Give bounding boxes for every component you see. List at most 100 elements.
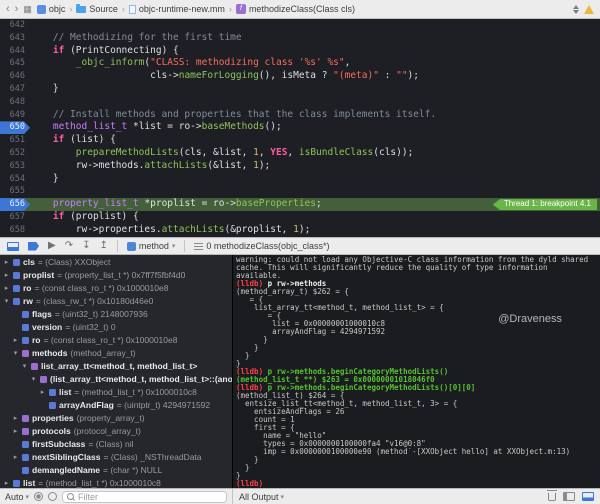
process-selector[interactable]: method ▾ [127,241,176,251]
code-line[interactable]: 650 method_list_t *list = ro->baseMethod… [0,121,600,134]
warning-icon[interactable] [584,5,594,14]
disclosure-triangle-icon[interactable]: ▾ [12,347,19,360]
code-line[interactable]: 651 if (list) { [0,134,600,147]
disclosure-triangle-icon[interactable]: ▸ [12,412,19,425]
variable-row[interactable]: ▸nextSiblingClass= (Class) _NSThreadData [0,451,232,464]
line-number[interactable]: 652 [0,147,30,160]
variable-row[interactable]: demangledName= (char *) NULL [0,464,232,477]
variable-row[interactable]: ▸cls= (Class) XXObject [0,256,232,269]
breakpoint-marker[interactable]: 656 [0,198,30,211]
code-line[interactable]: 642 [0,19,600,32]
line-number[interactable]: 649 [0,109,30,122]
variable-value: = (uintptr_t) 4294971592 [117,399,210,412]
line-number[interactable]: 645 [0,57,30,70]
line-number[interactable]: 642 [0,19,30,32]
code-line[interactable]: 657 if (proplist) { [0,211,600,224]
code-line[interactable]: 647 } [0,83,600,96]
disclosure-triangle-icon[interactable]: ▸ [3,256,10,269]
disclosure-triangle-icon[interactable]: ▸ [3,282,10,295]
line-number[interactable]: 658 [0,224,30,237]
variable-row[interactable]: ▸ro= (const class_ro_t *) 0x1000010e8 [0,334,232,347]
code-line[interactable]: 646 cls->nameForLogging(), isMeta ? "(me… [0,70,600,83]
variable-row[interactable]: ▸ro= (const class_ro_t *) 0x1000010e8 [0,282,232,295]
code-line[interactable]: 655 [0,185,600,198]
variable-row[interactable]: ▸list= (method_list_t *) 0x1000010c8 [0,477,232,488]
line-number[interactable]: 655 [0,185,30,198]
back-button[interactable]: ‹ [6,4,10,15]
variable-row[interactable]: arrayAndFlag= (uintptr_t) 4294971592 [0,399,232,412]
disclosure-triangle-icon[interactable]: ▸ [12,334,19,347]
console-panel[interactable]: warning: could not load any Objective-C … [233,255,600,488]
code-editor[interactable]: 642643 // Methodizing for the first time… [0,19,600,237]
variable-row[interactable]: version= (uint32_t) 0 [0,321,232,334]
variable-row[interactable]: ▾(list_array_tt<method_t, method_list_t>… [0,373,232,386]
variable-row[interactable]: ▸list= (method_list_t *) 0x1000010c8 [0,386,232,399]
dock-bottom-icon[interactable] [582,492,594,501]
disclosure-triangle-icon[interactable]: ▸ [3,269,10,282]
trash-icon[interactable] [548,493,556,501]
variable-row[interactable]: ▸properties(property_array_t) [0,412,232,425]
line-number[interactable]: 643 [0,32,30,45]
disclosure-triangle-icon[interactable]: ▾ [3,295,10,308]
breadcrumb-item[interactable]: fmethodizeClass(Class cls) [236,4,355,14]
variable-row[interactable]: ▾list_array_tt<method_t, method_list_t> [0,360,232,373]
variable-row[interactable]: ▸proplist= (property_list_t *) 0x7ff7f5f… [0,269,232,282]
line-number[interactable]: 657 [0,211,30,224]
breadcrumb-item[interactable]: Source [76,4,118,14]
disclosure-triangle-icon[interactable]: ▸ [39,386,46,399]
line-number[interactable]: 644 [0,45,30,58]
console-line: } [233,344,600,352]
console-line: (method_list_t **) $263 = 0x000000010180… [233,376,600,384]
disclosure-triangle-icon[interactable]: ▾ [21,360,28,373]
code-line[interactable]: 645 _objc_inform("CLASS: methodizing cla… [0,57,600,70]
code-line[interactable]: 644 if (PrintConnecting) { [0,45,600,58]
variable-row[interactable]: ▾rw= (class_rw_t *) 0x10180d46e0 [0,295,232,308]
variable-type-icon [13,259,20,266]
dock-left-icon[interactable] [563,492,575,501]
code-line[interactable]: 643 // Methodizing for the first time [0,32,600,45]
line-number[interactable]: 651 [0,134,30,147]
breakpoint-marker[interactable]: 650 [0,121,30,134]
code-line[interactable]: 656 property_list_t *proplist = ro->base… [0,198,600,211]
step-over-button[interactable]: ↷ [65,241,73,251]
disclosure-triangle-icon[interactable]: ▸ [12,451,19,464]
code-line[interactable]: 652 prepareMethodLists(cls, &list, 1, YE… [0,147,600,160]
variable-row[interactable]: ▾methods(method_array_t) [0,347,232,360]
line-number[interactable]: 647 [0,83,30,96]
line-number[interactable]: 646 [0,70,30,83]
hide-debug-area-button[interactable] [7,242,19,251]
stack-frame-selector[interactable]: 0 methodizeClass(objc_class*) [194,241,329,251]
variable-name: firstSubclass [32,438,85,451]
line-number[interactable]: 653 [0,160,30,173]
variables-panel[interactable]: ▸cls= (Class) XXObject▸proplist= (proper… [0,255,233,488]
variable-row[interactable]: flags= (uint32_t) 2148007936 [0,308,232,321]
show-values-icon[interactable] [34,492,43,501]
related-items-icon[interactable]: ▦ [23,4,32,15]
variable-type-icon [22,324,29,331]
code-line[interactable]: 653 rw->methods.attachLists(&list, 1); [0,160,600,173]
breadcrumb-item[interactable]: objc-runtime-new.mm [129,4,225,14]
line-number[interactable]: 648 [0,96,30,109]
step-into-button[interactable]: ↧ [82,241,90,251]
code-line[interactable]: 649 // Install methods and properties th… [0,109,600,122]
code-line[interactable]: 654 } [0,173,600,186]
variable-name: methods [32,347,67,360]
step-out-button[interactable]: ↥ [99,241,107,251]
variables-filter-input[interactable]: Filter [62,491,227,503]
disclosure-triangle-icon[interactable]: ▸ [12,425,19,438]
variable-row[interactable]: ▸protocols(protocol_array_t) [0,425,232,438]
continue-button[interactable]: ▶ [48,241,56,251]
flag-icon[interactable] [48,492,57,501]
disclosure-triangle-icon[interactable]: ▾ [30,373,37,386]
breakpoints-toggle-button[interactable] [28,242,39,251]
forward-button[interactable]: › [15,4,19,15]
breadcrumb-item[interactable]: objc [37,4,66,14]
variable-row[interactable]: firstSubclass= (Class) nil [0,438,232,451]
code-line[interactable]: 658 rw->properties.attachLists(&proplist… [0,224,600,237]
code-line[interactable]: 648 [0,96,600,109]
line-number[interactable]: 654 [0,173,30,186]
scope-selector[interactable]: Auto ▾ [5,492,29,502]
disclosure-triangle-icon[interactable]: ▸ [3,477,10,488]
output-selector[interactable]: All Output ▾ [239,492,284,502]
counterparts-icon[interactable] [573,5,579,14]
